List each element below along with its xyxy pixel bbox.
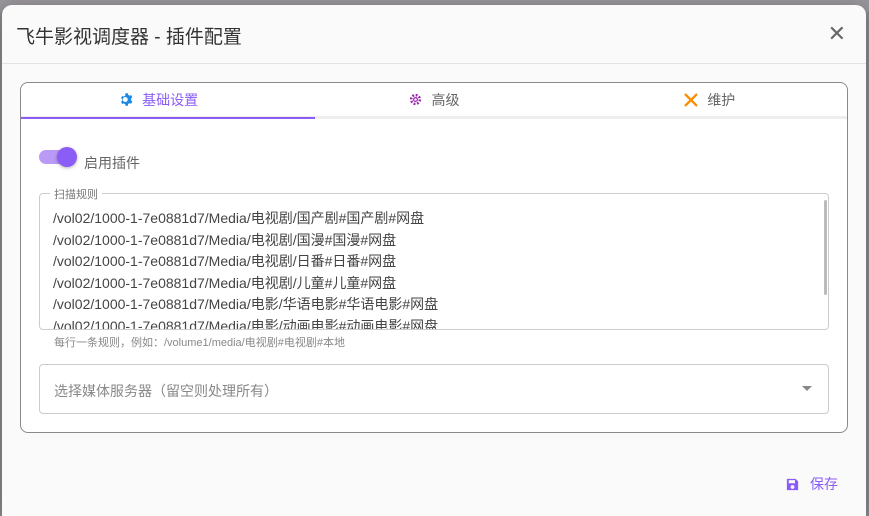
save-button[interactable]: 保存 [785, 474, 838, 494]
tab-advanced[interactable]: 高级 [296, 83, 571, 116]
plugin-config-dialog: 飞牛影视调度器 - 插件配置 ✕ 基础设置 高级 维护 启用插件 扫描规则 /v… [2, 5, 866, 516]
scan-rules-field[interactable]: 扫描规则 /vol02/1000-1-7e0881d7/Media/电视剧/国产… [39, 186, 829, 330]
divider [2, 63, 866, 64]
toggle-knob [57, 147, 77, 167]
close-icon[interactable]: ✕ [828, 23, 846, 45]
cog-icon [410, 93, 422, 106]
media-server-select[interactable]: 选择媒体服务器（留空则处理所有） [39, 364, 829, 414]
scrollbar[interactable] [824, 200, 827, 295]
enable-plugin-label: 启用插件 [84, 155, 140, 171]
scan-rules-textarea[interactable]: /vol02/1000-1-7e0881d7/Media/电视剧/国产剧#国产剧… [53, 208, 814, 329]
scan-rules-label: 扫描规则 [50, 186, 102, 202]
chevron-down-icon [802, 386, 812, 391]
scan-rules-hint: 每行一条规则，例如：/volume1/media/电视剧#电视剧#本地 [54, 337, 345, 349]
select-placeholder: 选择媒体服务器（留空则处理所有） [54, 383, 278, 399]
enable-plugin-toggle[interactable] [39, 147, 77, 167]
tab-label: 维护 [707, 91, 736, 108]
dialog-title: 飞牛影视调度器 - 插件配置 [16, 27, 242, 48]
tab-maintenance[interactable]: 维护 [572, 83, 847, 116]
active-tab-indicator [21, 117, 315, 119]
save-icon [786, 478, 799, 490]
tab-label: 高级 [431, 91, 460, 108]
config-card: 基础设置 高级 维护 启用插件 扫描规则 /vol02/1000-1-7e088… [20, 82, 848, 433]
tab-label: 基础设置 [142, 91, 199, 108]
gear-icon [121, 93, 133, 106]
wrench-icon [684, 93, 698, 106]
tab-bar: 基础设置 高级 维护 [21, 83, 847, 119]
tab-basic[interactable]: 基础设置 [21, 83, 296, 116]
save-label: 保存 [810, 476, 838, 492]
